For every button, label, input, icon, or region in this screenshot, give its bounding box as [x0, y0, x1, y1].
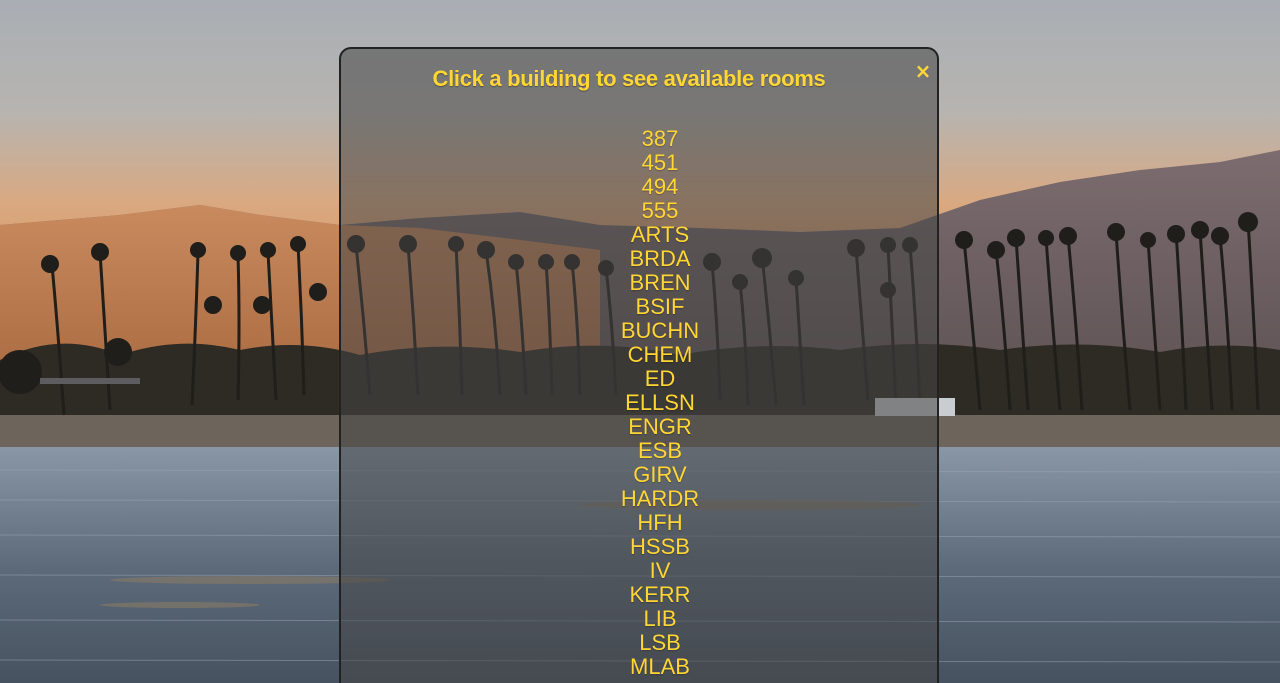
building-label: CHEM: [627, 342, 693, 367]
building-link[interactable]: BREN: [341, 270, 937, 295]
building-label: BRDA: [629, 246, 691, 271]
close-icon[interactable]: ×: [912, 60, 934, 82]
building-label: GIRV: [633, 462, 687, 487]
building-label: LSB: [639, 630, 681, 655]
building-link[interactable]: LSB: [341, 630, 937, 655]
building-label: BUCHN: [620, 318, 700, 343]
building-link[interactable]: LIB: [341, 606, 937, 631]
building-link[interactable]: 387: [341, 126, 937, 151]
building-label: HARDR: [620, 486, 700, 511]
building-link[interactable]: MLAB: [341, 654, 937, 679]
building-link[interactable]: HSSB: [341, 534, 937, 559]
building-label: 494: [641, 174, 679, 199]
building-link[interactable]: 451: [341, 150, 937, 175]
building-label: BSIF: [635, 294, 685, 319]
building-label: 451: [641, 150, 679, 175]
building-link[interactable]: ARTS: [341, 222, 937, 247]
building-label: BREN: [629, 270, 691, 295]
building-label: ESB: [637, 438, 683, 463]
building-label: ED: [644, 366, 676, 391]
building-link[interactable]: 494: [341, 174, 937, 199]
building-list: 387 451 494 555 ARTS BRDA BREN BSIF BUCHN CHEM ED E…: [341, 126, 937, 679]
building-label: ARTS: [630, 222, 690, 247]
building-label: HSSB: [630, 534, 690, 559]
building-label: KERR: [629, 582, 691, 607]
building-link[interactable]: GIRV: [341, 462, 937, 487]
building-link[interactable]: BRDA: [341, 246, 937, 271]
building-link[interactable]: ESB: [341, 438, 937, 463]
building-link[interactable]: HFH: [341, 510, 937, 535]
building-label: ENGR: [628, 414, 692, 439]
building-link[interactable]: ENGR: [341, 414, 937, 439]
building-label: 555: [641, 198, 679, 223]
building-label: LIB: [643, 606, 677, 631]
building-link[interactable]: ELLSN: [341, 390, 937, 415]
building-link[interactable]: 555: [341, 198, 937, 223]
building-link[interactable]: ED: [341, 366, 937, 391]
building-label: IV: [649, 558, 671, 583]
building-link[interactable]: KERR: [341, 582, 937, 607]
building-link[interactable]: CHEM: [341, 342, 937, 367]
building-label: HFH: [637, 510, 683, 535]
modal-title: Click a building to see available rooms: [432, 66, 826, 91]
building-link[interactable]: IV: [341, 558, 937, 583]
building-label: 387: [641, 126, 679, 151]
building-label: MLAB: [630, 654, 690, 679]
building-link[interactable]: BUCHN: [341, 318, 937, 343]
building-link[interactable]: BSIF: [341, 294, 937, 319]
building-picker-modal: Click a building to see available rooms …: [339, 47, 939, 683]
building-link[interactable]: HARDR: [341, 486, 937, 511]
building-label: ELLSN: [625, 390, 695, 415]
